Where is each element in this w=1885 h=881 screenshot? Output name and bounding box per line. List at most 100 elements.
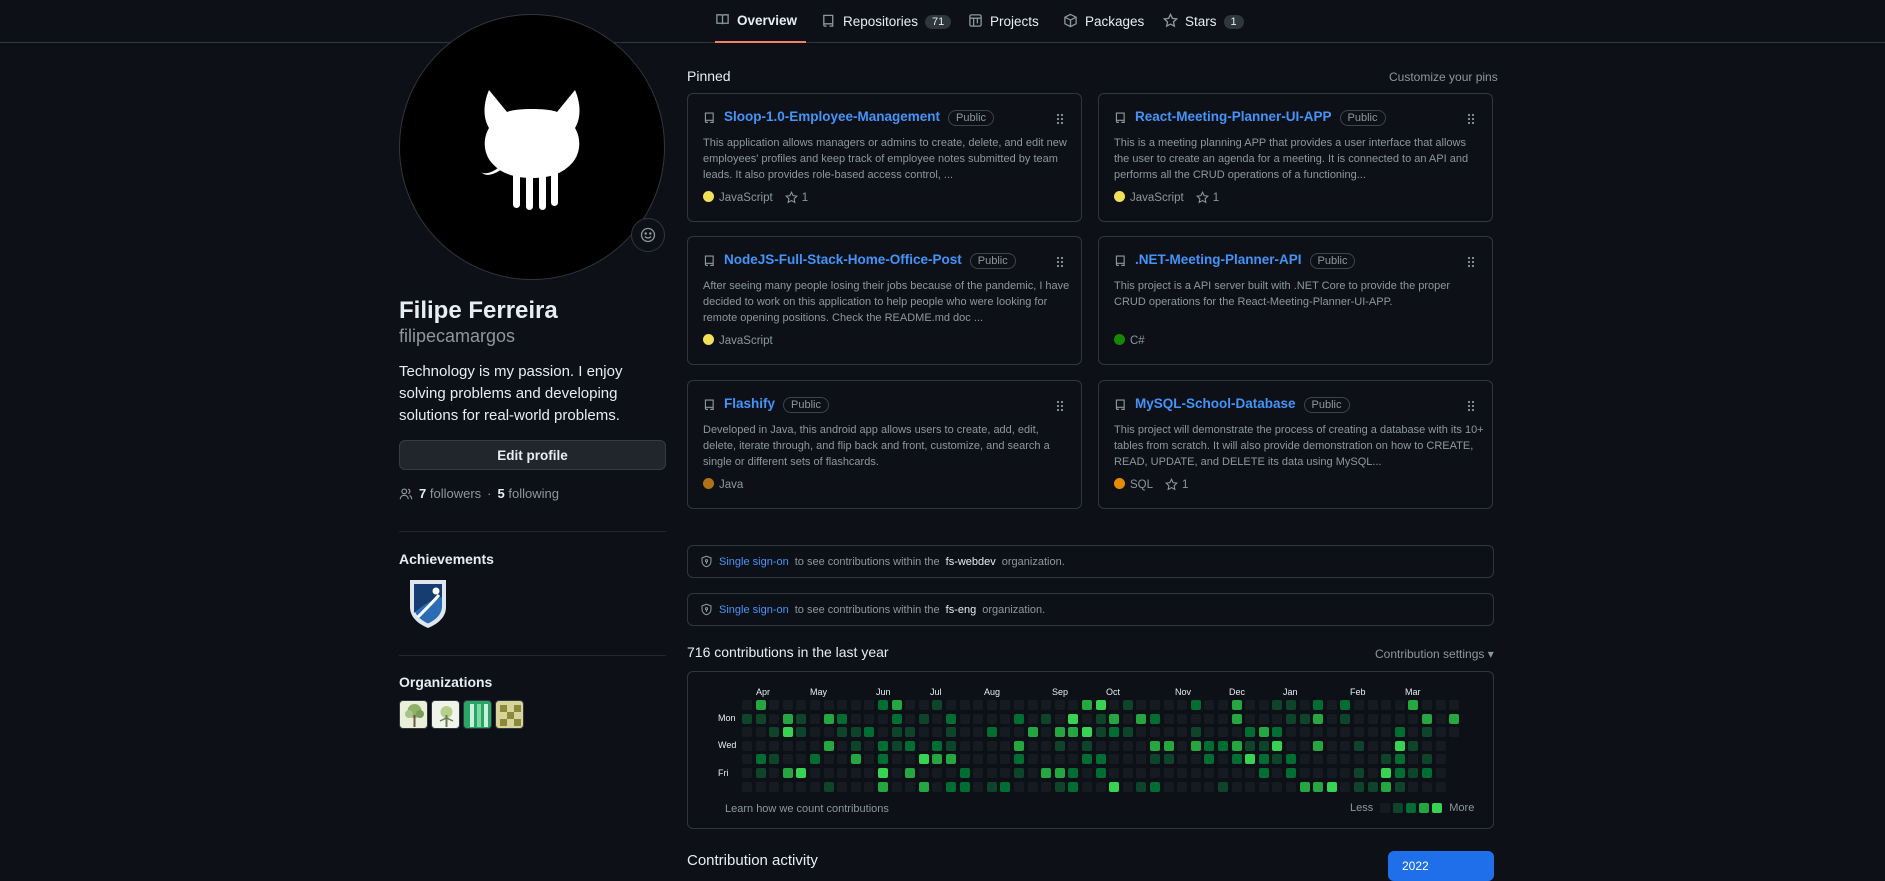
contribution-day[interactable] <box>986 740 997 751</box>
grabber-icon[interactable] <box>1055 112 1065 128</box>
contribution-day[interactable] <box>1082 700 1092 710</box>
avatar[interactable] <box>399 14 665 280</box>
contribution-day[interactable] <box>1313 713 1324 724</box>
contribution-day[interactable] <box>918 768 929 778</box>
contribution-day[interactable] <box>850 740 861 751</box>
contribution-day[interactable] <box>1190 754 1201 765</box>
contribution-day[interactable] <box>1027 713 1038 724</box>
contribution-day[interactable] <box>932 754 943 765</box>
contribution-day[interactable] <box>850 754 861 765</box>
contribution-day[interactable] <box>1095 768 1106 778</box>
contribution-day[interactable] <box>1054 700 1065 710</box>
contribution-day[interactable] <box>986 727 997 738</box>
contribution-day[interactable] <box>1394 700 1405 710</box>
contribution-day[interactable] <box>946 754 956 765</box>
contribution-day[interactable] <box>1367 740 1378 751</box>
contribution-day[interactable] <box>742 754 752 765</box>
contribution-day[interactable] <box>973 713 984 724</box>
contribution-day[interactable] <box>932 713 943 724</box>
single-sign-on-link[interactable]: Single sign-on <box>719 604 789 616</box>
contribution-day[interactable] <box>769 740 780 751</box>
contribution-day[interactable] <box>1014 754 1024 765</box>
contribution-day[interactable] <box>1367 713 1378 724</box>
contribution-day[interactable] <box>1054 768 1065 778</box>
contribution-day[interactable] <box>1000 754 1011 765</box>
contribution-day[interactable] <box>1299 727 1310 738</box>
contribution-day[interactable] <box>1340 740 1351 751</box>
contribution-day[interactable] <box>891 740 902 751</box>
contribution-day[interactable] <box>1068 713 1079 724</box>
contribution-day[interactable] <box>1286 740 1296 751</box>
contribution-day[interactable] <box>973 740 984 751</box>
contribution-day[interactable] <box>1422 781 1432 792</box>
contribution-day[interactable] <box>891 754 902 765</box>
contribution-day[interactable] <box>918 700 929 710</box>
contribution-day[interactable] <box>1177 754 1188 765</box>
contribution-day[interactable] <box>891 700 902 710</box>
contribution-day[interactable] <box>1435 740 1446 751</box>
contribution-day[interactable] <box>1068 727 1079 738</box>
contribution-day[interactable] <box>1299 781 1310 792</box>
contribution-day[interactable] <box>1258 754 1269 765</box>
contribution-day[interactable] <box>1218 700 1228 710</box>
contribution-day[interactable] <box>1340 700 1351 710</box>
contribution-day[interactable] <box>837 700 848 710</box>
repo-link[interactable]: Flashify Public <box>724 396 829 413</box>
contribution-day[interactable] <box>1286 754 1296 765</box>
contribution-day[interactable] <box>769 727 780 738</box>
tab-projects[interactable]: Projects <box>968 0 1039 43</box>
contribution-day[interactable] <box>1313 781 1324 792</box>
contribution-day[interactable] <box>1422 700 1432 710</box>
contribution-day[interactable] <box>1231 740 1242 751</box>
contribution-day[interactable] <box>1326 754 1337 765</box>
contribution-day[interactable] <box>1381 727 1392 738</box>
contribution-day[interactable] <box>1014 700 1024 710</box>
contribution-day[interactable] <box>1340 713 1351 724</box>
learn-contributions-link[interactable]: Learn how we count contributions <box>725 803 889 815</box>
contribution-day[interactable] <box>850 700 861 710</box>
contribution-day[interactable] <box>1313 727 1324 738</box>
contribution-day[interactable] <box>1095 700 1106 710</box>
contribution-day[interactable] <box>1326 700 1337 710</box>
contribution-day[interactable] <box>1109 740 1120 751</box>
contribution-day[interactable] <box>1041 700 1052 710</box>
contribution-day[interactable] <box>1041 740 1052 751</box>
contribution-day[interactable] <box>1014 713 1024 724</box>
contribution-day[interactable] <box>1109 754 1120 765</box>
org-avatar[interactable] <box>463 700 492 729</box>
contribution-day[interactable] <box>769 781 780 792</box>
contribution-day[interactable] <box>905 781 916 792</box>
contribution-day[interactable] <box>1150 713 1160 724</box>
contribution-day[interactable] <box>932 700 943 710</box>
contribution-day[interactable] <box>1190 700 1201 710</box>
contribution-day[interactable] <box>1027 740 1038 751</box>
contribution-day[interactable] <box>959 754 970 765</box>
contribution-day[interactable] <box>1313 740 1324 751</box>
contribution-day[interactable] <box>823 768 834 778</box>
contribution-day[interactable] <box>1258 781 1269 792</box>
contribution-day[interactable] <box>782 754 793 765</box>
contribution-day[interactable] <box>1136 740 1147 751</box>
contribution-day[interactable] <box>1082 754 1092 765</box>
contribution-day[interactable] <box>1041 768 1052 778</box>
contribution-day[interactable] <box>1408 754 1419 765</box>
grabber-icon[interactable] <box>1466 399 1476 415</box>
contribution-day[interactable] <box>769 754 780 765</box>
contribution-day[interactable] <box>891 768 902 778</box>
contribution-day[interactable] <box>796 740 807 751</box>
contribution-day[interactable] <box>1163 727 1174 738</box>
contribution-day[interactable] <box>864 727 875 738</box>
contribution-day[interactable] <box>1367 781 1378 792</box>
contribution-day[interactable] <box>796 781 807 792</box>
contribution-day[interactable] <box>1422 713 1432 724</box>
contribution-day[interactable] <box>1041 781 1052 792</box>
following-link[interactable]: 5 following <box>498 486 559 501</box>
contribution-day[interactable] <box>823 713 834 724</box>
contribution-day[interactable] <box>1218 727 1228 738</box>
contribution-day[interactable] <box>1326 713 1337 724</box>
contribution-day[interactable] <box>1258 727 1269 738</box>
contribution-day[interactable] <box>1190 713 1201 724</box>
contribution-day[interactable] <box>1163 754 1174 765</box>
contribution-day[interactable] <box>755 727 766 738</box>
tab-repositories[interactable]: Repositories 71 <box>821 0 952 43</box>
